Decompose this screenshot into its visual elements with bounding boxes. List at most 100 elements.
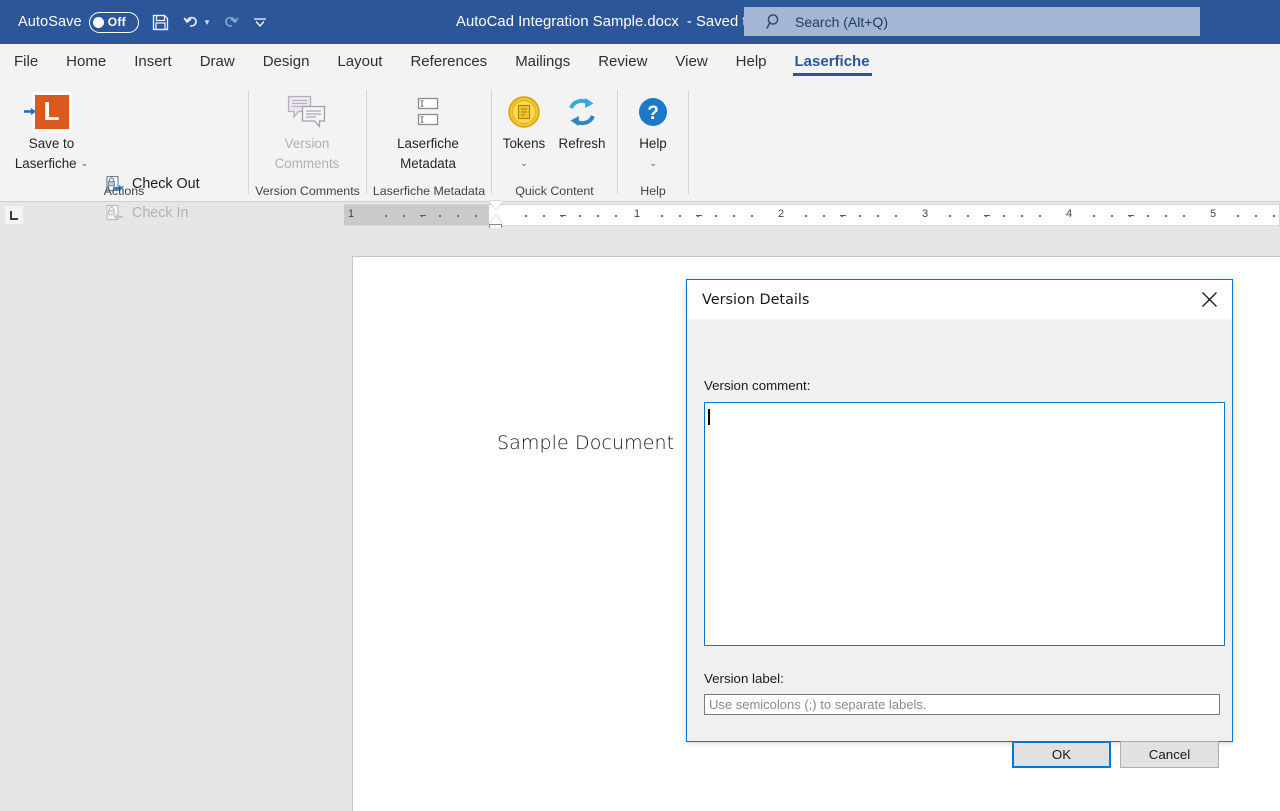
version-comment-label: Version comment: bbox=[704, 378, 810, 393]
ruler-tick-label: 1 bbox=[634, 208, 640, 220]
version-comments-line2: Comments bbox=[257, 154, 357, 174]
close-icon[interactable] bbox=[1187, 281, 1232, 319]
ribbon-group-laserfiche-metadata: Laserfiche Metadata Laserfiche Metadata bbox=[367, 82, 491, 201]
title-bar: AutoSave Off ▾ bbox=[0, 0, 1280, 44]
undo-icon[interactable]: ▾ bbox=[182, 7, 210, 37]
check-in-button[interactable]: Check In bbox=[103, 199, 188, 227]
ribbon-group-actions: L Save to Laserfiche ⌄ bbox=[0, 82, 248, 201]
save-to-laserfiche-line2: Laserfiche bbox=[15, 156, 77, 171]
tab-mailings[interactable]: Mailings bbox=[501, 44, 584, 76]
tab-label: Draw bbox=[200, 53, 235, 70]
chevron-down-icon[interactable]: ⌄ bbox=[81, 158, 89, 168]
tab-label: View bbox=[675, 53, 707, 70]
version-comment-textarea[interactable] bbox=[704, 402, 1225, 646]
page-title: Sample Document bbox=[497, 432, 674, 454]
text-cursor bbox=[708, 409, 710, 425]
autosave-label: AutoSave bbox=[18, 14, 82, 30]
version-comments-line1: Version bbox=[257, 134, 357, 154]
autosave-state-label: Off bbox=[108, 15, 126, 29]
refresh-button[interactable]: Refresh bbox=[551, 90, 613, 154]
version-label-input[interactable]: Use semicolons (;) to separate labels. bbox=[704, 694, 1220, 715]
first-line-indent-marker[interactable] bbox=[489, 201, 503, 210]
save-to-laserfiche-line2-wrap: Laserfiche ⌄ bbox=[4, 154, 99, 175]
save-to-laserfiche-line1: Save to bbox=[4, 134, 99, 154]
tab-file[interactable]: File bbox=[0, 44, 52, 76]
word-application-window: AutoSave Off ▾ bbox=[0, 0, 1280, 811]
ruler-tick-label: 1 bbox=[348, 208, 354, 220]
cancel-button-label: Cancel bbox=[1149, 747, 1190, 762]
document-filename: AutoCad Integration Sample.docx bbox=[456, 14, 679, 30]
search-icon bbox=[766, 13, 783, 30]
save-to-laserfiche-button[interactable]: L Save to Laserfiche ⌄ bbox=[4, 90, 99, 175]
tab-label: Design bbox=[263, 53, 310, 70]
tokens-button[interactable]: Tokens ⌄ bbox=[493, 90, 555, 175]
ruler-tick-label: 2 bbox=[778, 208, 784, 220]
laserfiche-metadata-button[interactable]: Laserfiche Metadata bbox=[378, 90, 478, 174]
ruler-tick-label: 4 bbox=[1066, 208, 1072, 220]
svg-text:?: ? bbox=[647, 103, 659, 124]
refresh-icon bbox=[551, 90, 613, 134]
tab-help[interactable]: Help bbox=[722, 44, 781, 76]
ribbon-group-help: ? Help ⌄ Help bbox=[618, 82, 688, 201]
ribbon-group-label-version-comments: Version Comments bbox=[249, 184, 366, 198]
tab-review[interactable]: Review bbox=[584, 44, 661, 76]
ribbon-group-label-help: Help bbox=[618, 184, 688, 198]
comments-icon bbox=[257, 90, 357, 134]
ruler-tick-label: 5 bbox=[1210, 208, 1216, 220]
chevron-down-icon: ⌄ bbox=[649, 158, 657, 168]
horizontal-ruler[interactable]: 1 1 2 3 bbox=[344, 204, 1280, 226]
save-icon[interactable] bbox=[151, 7, 170, 37]
laserfiche-metadata-line1: Laserfiche bbox=[378, 134, 478, 154]
tab-draw[interactable]: Draw bbox=[186, 44, 249, 76]
tab-stop-selector[interactable] bbox=[0, 202, 28, 228]
check-in-icon bbox=[103, 204, 125, 223]
tab-design[interactable]: Design bbox=[249, 44, 324, 76]
check-in-label: Check In bbox=[132, 205, 188, 221]
search-placeholder: Search (Alt+Q) bbox=[795, 14, 888, 30]
help-question-icon: ? bbox=[622, 90, 684, 134]
cancel-button[interactable]: Cancel bbox=[1120, 741, 1219, 768]
tab-view[interactable]: View bbox=[661, 44, 721, 76]
ribbon-group-quick-content: Tokens ⌄ Refresh Quick Content bbox=[492, 82, 617, 201]
help-label: Help bbox=[622, 134, 684, 154]
dialog-title: Version Details bbox=[702, 292, 809, 308]
active-tab-underline bbox=[793, 73, 872, 76]
ribbon-tab-strip: File Home Insert Draw Design Layout Refe… bbox=[0, 44, 1280, 82]
ruler-left-margin-zone bbox=[344, 205, 489, 225]
tab-laserfiche[interactable]: Laserfiche bbox=[781, 44, 884, 76]
ribbon-group-label-actions: Actions bbox=[0, 184, 248, 198]
help-button[interactable]: ? Help ⌄ bbox=[622, 90, 684, 175]
tab-references[interactable]: References bbox=[396, 44, 501, 76]
tab-label: Insert bbox=[134, 53, 172, 70]
version-label-label: Version label: bbox=[704, 671, 784, 686]
tab-insert[interactable]: Insert bbox=[120, 44, 186, 76]
search-input[interactable]: Search (Alt+Q) bbox=[744, 7, 1200, 36]
tab-label: Laserfiche bbox=[795, 53, 870, 70]
version-details-dialog: Version Details Version comment: Version… bbox=[686, 279, 1233, 742]
refresh-label: Refresh bbox=[551, 134, 613, 154]
ribbon-group-version-comments: Version Comments Version Comments bbox=[249, 82, 366, 201]
laserfiche-metadata-line2: Metadata bbox=[378, 154, 478, 174]
customize-quick-access-toolbar-icon[interactable] bbox=[252, 7, 269, 37]
ribbon-group-label-quick-content: Quick Content bbox=[492, 184, 617, 198]
redo-icon[interactable] bbox=[221, 7, 240, 37]
tokens-label: Tokens bbox=[493, 134, 555, 154]
help-dropdown-caret-wrap[interactable]: ⌄ bbox=[622, 154, 684, 175]
version-comments-button[interactable]: Version Comments bbox=[257, 90, 357, 174]
version-label-placeholder: Use semicolons (;) to separate labels. bbox=[709, 697, 926, 712]
tab-label: Mailings bbox=[515, 53, 570, 70]
autosave-toggle[interactable]: Off bbox=[89, 12, 139, 33]
ok-button[interactable]: OK bbox=[1012, 741, 1111, 768]
tab-home[interactable]: Home bbox=[52, 44, 120, 76]
tab-label: Help bbox=[736, 53, 767, 70]
tab-layout[interactable]: Layout bbox=[323, 44, 396, 76]
ribbon-group-label-laserfiche-metadata: Laserfiche Metadata bbox=[367, 184, 491, 198]
autosave-toggle-knob bbox=[93, 17, 104, 28]
tab-label: File bbox=[14, 53, 38, 70]
dialog-body: Version comment: Version label: Use semi… bbox=[687, 319, 1232, 741]
tokens-dropdown-caret-wrap[interactable]: ⌄ bbox=[493, 154, 555, 175]
hanging-indent-marker[interactable] bbox=[489, 215, 503, 224]
undo-dropdown-caret[interactable]: ▾ bbox=[205, 17, 210, 28]
laserfiche-logo-icon: L bbox=[4, 90, 99, 134]
tab-label: Home bbox=[66, 53, 106, 70]
